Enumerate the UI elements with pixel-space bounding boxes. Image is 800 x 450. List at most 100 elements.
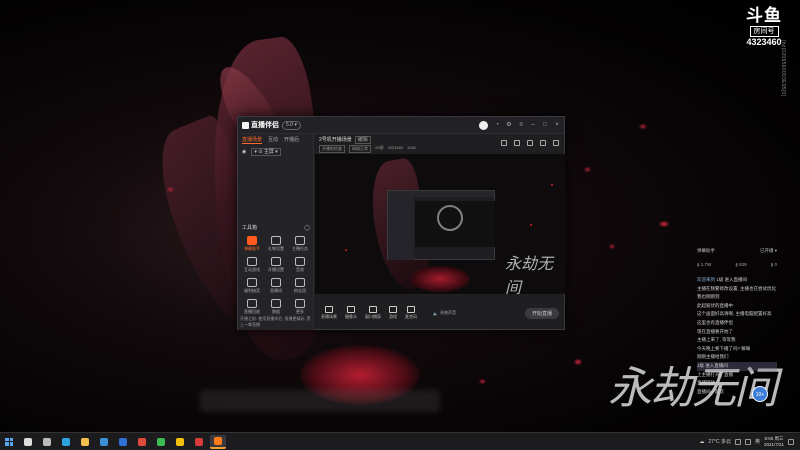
minimize-icon[interactable]: – — [530, 122, 536, 128]
taskbar-app-task-view[interactable] — [39, 435, 55, 449]
start-live-button[interactable]: 开始直播 — [524, 307, 559, 319]
tool-icon — [271, 299, 281, 308]
settings-icon[interactable]: ⚙ — [506, 122, 512, 128]
taskbar-app-explorer[interactable] — [77, 435, 93, 449]
volume-icon[interactable] — [744, 438, 751, 445]
speaker-icon: 🔈 — [433, 310, 438, 316]
start-button[interactable] — [0, 433, 18, 450]
chat-stats: 1.7W 629 0 — [697, 262, 777, 268]
live-preview[interactable]: 永劫无间 — [315, 154, 565, 294]
clock-time: 8:55 周三 — [764, 435, 784, 441]
weather-icon[interactable]: ☁ — [699, 439, 704, 445]
chat-text: 这个画面好高清啊, 主播电脑配置好高 — [697, 311, 772, 317]
tool-label: 粉丝团 — [294, 288, 306, 293]
tab-scene[interactable]: 直播场景 — [242, 136, 263, 144]
chat-text: 1级 进入直播间 — [697, 362, 728, 368]
chat-icon[interactable] — [540, 140, 546, 146]
window-capture-button[interactable]: 窗口捕获 — [365, 306, 381, 320]
tool-item[interactable]: 互动游戏 — [240, 257, 264, 273]
taskbar-app-store[interactable] — [96, 435, 112, 449]
stream-title: 2号机开播场景 — [319, 137, 352, 143]
volume-control[interactable]: 🔈 系统声音 — [433, 310, 456, 316]
scene-tool-button[interactable]: 直播场景 — [321, 306, 337, 320]
nested-app-window — [387, 190, 495, 260]
menu-icon[interactable]: ≡ — [518, 122, 524, 128]
share-icon[interactable] — [553, 140, 559, 146]
notification-icon[interactable] — [788, 438, 794, 445]
screenshot-icon[interactable] — [514, 140, 520, 146]
tool-icon — [271, 278, 281, 287]
tool-item[interactable]: 礼物设置 — [264, 236, 288, 252]
chat-text: 直播回放 — [697, 380, 715, 386]
eye-icon[interactable]: ◉ — [242, 149, 246, 155]
tool-icon — [295, 299, 305, 308]
chat-user: 欢迎来到 — [697, 277, 715, 282]
system-tray: ☁ 27°C 多云 英 8:55 周三 2021/7/21 — [699, 436, 800, 448]
tool-item[interactable]: 弹幕助手 — [240, 236, 264, 252]
tool-item[interactable]: 粉丝团 — [288, 278, 312, 294]
app-red-icon — [194, 437, 203, 446]
taskbar-app-chrome[interactable] — [134, 435, 150, 449]
stream-info: 2号机开播场景 编辑 开播前检查 网络正常 20帧 4323460 1080 — [315, 134, 565, 153]
app-titlebar[interactable]: 直播伴侣 5.0 ▾ ◔ ⚙ ≡ – □ × — [238, 117, 564, 134]
taskbar-app-app-yellow[interactable] — [172, 435, 188, 449]
tool-label: 音效 — [296, 267, 304, 272]
mic-tool-button[interactable]: 麦克风 — [405, 306, 417, 320]
tool-item[interactable]: 直播回放 — [240, 299, 264, 315]
taskbar-app-app-orange[interactable] — [209, 434, 226, 449]
meta-check[interactable]: 开播前检查 — [319, 145, 345, 153]
mic-tool-label: 麦克风 — [405, 314, 417, 319]
language-indicator[interactable]: 英 — [755, 438, 760, 445]
clock[interactable]: 8:55 周三 2021/7/21 — [764, 436, 784, 448]
game-tool-button[interactable]: 游戏 — [389, 306, 397, 320]
tool-item[interactable]: 开播设置 — [264, 257, 288, 273]
petal-dot — [575, 360, 581, 364]
camera-icon — [347, 306, 355, 313]
taskbar-app-app-red[interactable] — [191, 435, 207, 449]
preview-toolbar — [501, 140, 559, 146]
tab-interact[interactable]: 互动 — [268, 136, 278, 143]
tool-label: 开播设置 — [268, 267, 284, 272]
weather-text[interactable]: 27°C 多云 — [708, 438, 731, 445]
meta-network: 网络正常 — [349, 145, 371, 153]
taskbar-app-app-green[interactable] — [153, 435, 169, 449]
version-badge[interactable]: 5.0 ▾ — [282, 120, 301, 130]
scene-selector-row[interactable]: ◉ ▾ ⊙ 主屏 ▾ — [238, 145, 313, 159]
chat-text: 这里也有直播伴侣 — [697, 319, 733, 325]
tool-item[interactable]: 音效 — [288, 257, 312, 273]
task-view-icon — [42, 437, 51, 446]
close-icon[interactable]: × — [554, 122, 560, 128]
chat-message: 现在直播要开始了 — [697, 328, 777, 337]
left-panel: 直播场景 互动 开播后 ◉ ▾ ⊙ 主屏 ▾ 工具箱 ◯ 弹幕助手 礼物设置 主播任… — [238, 134, 314, 330]
network-icon[interactable] — [734, 438, 741, 445]
edit-title-button[interactable]: 编辑 — [354, 136, 371, 144]
tool-item[interactable]: 更多 — [288, 299, 312, 315]
tool-item[interactable]: 主播任务 — [288, 236, 312, 252]
chat-status-dropdown[interactable]: 已开播 ▾ — [760, 248, 777, 254]
tools-settings-icon[interactable]: ◯ — [304, 225, 310, 231]
chat-text: 现在直播要开始了 — [697, 328, 733, 334]
streaming-app-window[interactable]: 直播伴侣 5.0 ▾ ◔ ⚙ ≡ – □ × 直播场景 互动 开播后 ◉ ▾ ⊙… — [237, 116, 565, 330]
maximize-icon[interactable]: □ — [542, 122, 548, 128]
scene-dropdown[interactable]: ▾ ⊙ 主屏 ▾ — [251, 148, 281, 156]
chat-text: 上主播打开了直播 — [697, 371, 733, 377]
skin-icon[interactable]: ◔ — [494, 122, 500, 128]
user-avatar[interactable] — [479, 120, 488, 130]
mail-icon — [118, 437, 127, 446]
taskbar-app-edge[interactable] — [58, 435, 74, 449]
tool-label: 直播回放 — [244, 309, 260, 314]
tab-after-live[interactable]: 开播后 — [284, 136, 299, 143]
tool-item[interactable]: 福利抽奖 — [240, 278, 264, 294]
chat-message: 主播上来了, 等等我 — [697, 336, 777, 345]
taskbar-app-search[interactable] — [20, 435, 36, 449]
main-area: 2号机开播场景 编辑 开播前检查 网络正常 20帧 4323460 1080 永… — [315, 134, 565, 330]
layout-icon[interactable] — [501, 140, 507, 146]
mute-icon[interactable] — [527, 140, 533, 146]
tool-item[interactable]: 直播间 — [264, 278, 288, 294]
tool-label: 互动游戏 — [244, 267, 260, 272]
taskbar-app-mail[interactable] — [115, 435, 131, 449]
petal-dot — [610, 245, 614, 248]
chat-logo-badge: 10+ — [752, 386, 768, 402]
tool-item[interactable]: 数据 — [264, 299, 288, 315]
camera-tool-button[interactable]: 摄像头 — [345, 306, 357, 320]
